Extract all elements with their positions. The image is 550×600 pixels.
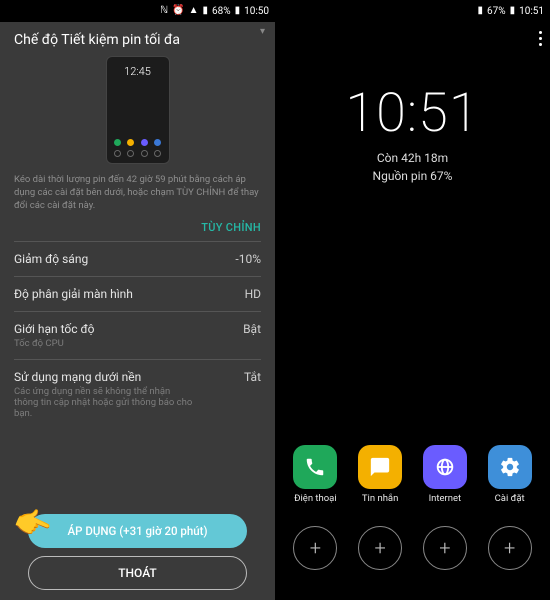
battery-percent: 68% (212, 6, 231, 17)
customize-link[interactable]: TÙY CHỈNH (201, 221, 261, 234)
max-power-saving-panel: ℕ ⏰ ▲ ▮ 68% ▮ 10:50 ▾ Chế độ Tiết kiệm p… (0, 0, 275, 600)
panel-description: Kéo dài thời lượng pin đến 42 giờ 59 phú… (0, 168, 275, 216)
time-remaining: Còn 42h 18m (275, 151, 550, 165)
preview-frame: 12:45 (0, 54, 275, 168)
status-bar-right: ▮ 67% ▮ 10:51 (275, 0, 550, 22)
background-value: Tắt (244, 370, 261, 384)
apply-button[interactable]: ÁP DỤNG (+31 giờ 20 phút) (28, 514, 247, 548)
alarm-icon: ⏰ (172, 6, 184, 16)
phone-icon (293, 445, 337, 489)
speed-sub: Tốc độ CPU (14, 338, 95, 349)
app-messages[interactable]: Tin nhắn (350, 445, 410, 504)
add-app-row: + + + + (275, 526, 550, 570)
internet-icon (423, 445, 467, 489)
battery-percent: 67% (487, 6, 506, 17)
preview-dock-icons (111, 139, 165, 148)
setting-brightness[interactable]: Giảm độ sáng -10% (0, 242, 275, 276)
clock-time: 10:51 (275, 82, 550, 145)
messages-icon (358, 445, 402, 489)
resolution-value: HD (245, 287, 261, 301)
status-bar-left: ℕ ⏰ ▲ ▮ 68% ▮ 10:50 (0, 0, 275, 22)
resolution-label: Độ phân giải màn hình (14, 287, 133, 301)
speed-value: Bật (243, 322, 261, 336)
background-label: Sử dụng mạng dưới nền (14, 370, 194, 384)
preview-plus-row (111, 150, 165, 157)
app-phone-label: Điện thoại (294, 493, 337, 504)
app-messages-label: Tin nhắn (362, 493, 398, 504)
background-sub: Các ứng dụng nền sẽ không thể nhận thông… (14, 386, 194, 419)
setting-resolution[interactable]: Độ phân giải màn hình HD (0, 277, 275, 311)
more-menu-icon[interactable] (539, 28, 542, 49)
panel-title: Chế độ Tiết kiệm pin tối đa (0, 22, 275, 54)
add-app-slot[interactable]: + (423, 526, 467, 570)
battery-icon: ▮ (235, 6, 241, 16)
collapse-icon[interactable]: ▾ (260, 26, 265, 37)
add-app-slot[interactable]: + (358, 526, 402, 570)
exit-button[interactable]: THOÁT (28, 556, 247, 590)
brightness-value: -10% (235, 252, 261, 266)
home-screen: ▮ 67% ▮ 10:51 10:51 Còn 42h 18m Nguồn pi… (275, 0, 550, 600)
app-internet-label: Internet (429, 493, 462, 504)
preview-time: 12:45 (111, 65, 165, 78)
setting-background-data[interactable]: Sử dụng mạng dưới nền Các ứng dụng nền s… (0, 360, 275, 429)
add-app-slot[interactable]: + (293, 526, 337, 570)
status-time: 10:51 (519, 6, 544, 17)
battery-line: Nguồn pin 67% (275, 169, 550, 183)
app-settings[interactable]: Cài đặt (480, 445, 540, 504)
add-app-slot[interactable]: + (488, 526, 532, 570)
settings-icon (488, 445, 532, 489)
status-time: 10:50 (244, 6, 269, 17)
wifi-icon: ▲ (189, 6, 199, 16)
app-internet[interactable]: Internet (415, 445, 475, 504)
preview-phone: 12:45 (106, 56, 170, 164)
setting-speed-limit[interactable]: Giới hạn tốc độ Tốc độ CPU Bật (0, 312, 275, 359)
signal-icon: ▮ (477, 6, 483, 16)
app-dock: Điện thoại Tin nhắn Internet Cài đặt (275, 445, 550, 504)
nfc-icon: ℕ (160, 6, 168, 16)
battery-icon: ▮ (510, 6, 516, 16)
brightness-label: Giảm độ sáng (14, 252, 88, 266)
app-settings-label: Cài đặt (495, 493, 525, 504)
signal-icon: ▮ (202, 6, 208, 16)
speed-label: Giới hạn tốc độ (14, 322, 95, 336)
app-phone[interactable]: Điện thoại (285, 445, 345, 504)
